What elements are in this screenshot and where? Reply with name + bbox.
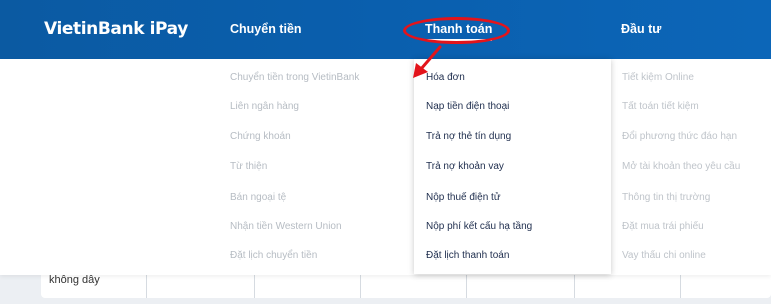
highlight-arrow bbox=[413, 45, 442, 78]
